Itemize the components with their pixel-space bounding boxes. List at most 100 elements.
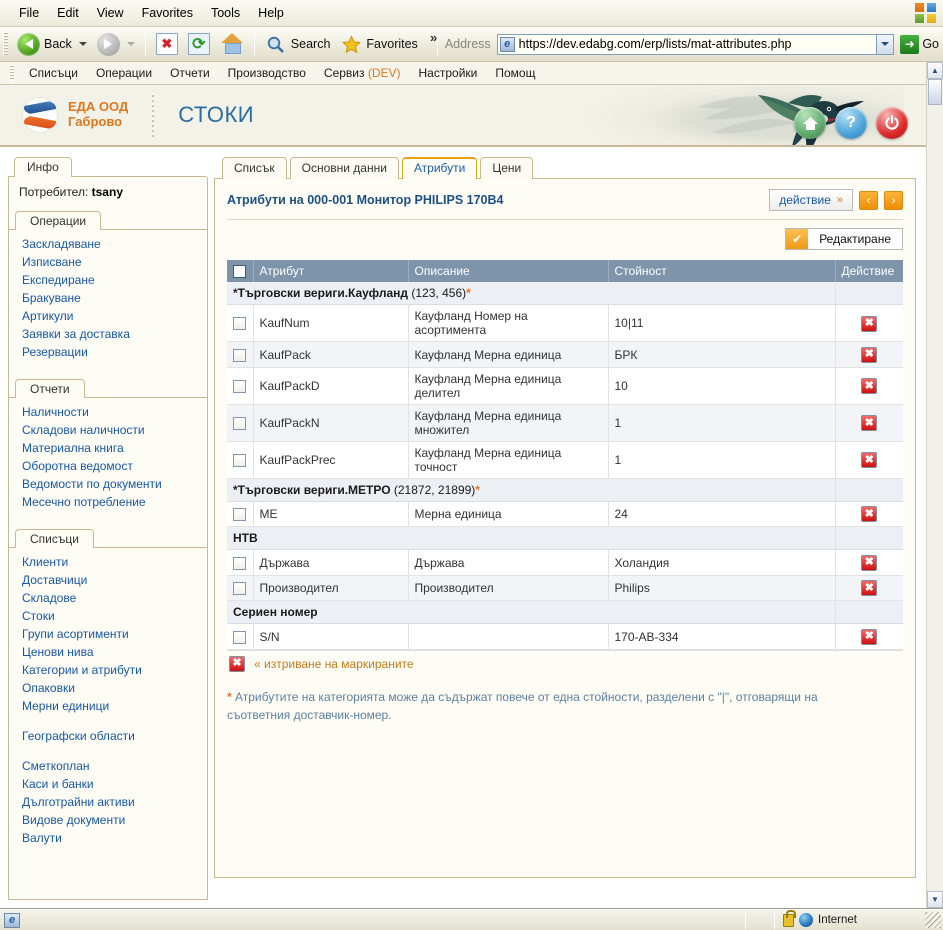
address-dropdown-button[interactable] bbox=[876, 34, 894, 54]
go-button[interactable]: Go bbox=[900, 34, 939, 54]
back-history-caret-icon[interactable] bbox=[78, 42, 87, 46]
action-menu-button[interactable]: действие » bbox=[769, 189, 853, 211]
delete-selected-icon[interactable]: ✖ bbox=[229, 655, 245, 672]
delete-row-icon[interactable]: ✖ bbox=[861, 506, 878, 523]
sidebar-item-geografski-oblasti[interactable]: Географски области bbox=[9, 727, 207, 745]
nav-item-otcheti[interactable]: Отчети bbox=[161, 66, 219, 80]
security-zone[interactable]: Internet bbox=[775, 909, 925, 927]
sidebar-section-tab-operations[interactable]: Операции bbox=[15, 211, 102, 230]
delete-selected-link[interactable]: « изтриване на маркираните bbox=[254, 657, 414, 671]
page-scrollbar[interactable]: ▲ ▼ bbox=[926, 62, 943, 908]
forward-button[interactable] bbox=[92, 30, 140, 58]
row-checkbox[interactable] bbox=[233, 508, 247, 522]
tab-atributi[interactable]: Атрибути bbox=[401, 157, 478, 179]
sidebar-item-skladove[interactable]: Складове bbox=[9, 589, 207, 607]
sidebar-item-zayavki-za-dostavka[interactable]: Заявки за доставка bbox=[9, 325, 207, 343]
menu-view[interactable]: View bbox=[88, 4, 133, 22]
nav-item-spisaci[interactable]: Списъци bbox=[20, 66, 87, 80]
sidebar-item-rezervacii[interactable]: Резервации bbox=[9, 343, 207, 361]
sidebar-item-opakovki[interactable]: Опаковки bbox=[9, 679, 207, 697]
sidebar-item-dostavchici[interactable]: Доставчици bbox=[9, 571, 207, 589]
sidebar-item-klienti[interactable]: Клиенти bbox=[9, 553, 207, 571]
delete-row-icon[interactable]: ✖ bbox=[861, 315, 878, 332]
sidebar-section-reports: Наличности Складови наличности Материалн… bbox=[9, 397, 207, 513]
row-checkbox[interactable] bbox=[233, 630, 247, 644]
sidebar-item-smetkoplan[interactable]: Сметкоплан bbox=[9, 757, 207, 775]
delete-row-icon[interactable]: ✖ bbox=[861, 580, 878, 597]
back-button[interactable]: Back bbox=[12, 30, 92, 58]
stop-button[interactable] bbox=[151, 30, 183, 58]
nav-item-proizvodstvo[interactable]: Производство bbox=[219, 66, 315, 80]
header-logout-button[interactable] bbox=[876, 107, 908, 139]
scroll-down-button[interactable]: ▼ bbox=[927, 891, 943, 908]
sidebar-item-dulgotrayni-aktivi[interactable]: Дълготрайни активи bbox=[9, 793, 207, 811]
sidebar-item-artikuli[interactable]: Артикули bbox=[9, 307, 207, 325]
sidebar-item-kategorii-i-atributi[interactable]: Категории и атрибути bbox=[9, 661, 207, 679]
scroll-up-button[interactable]: ▲ bbox=[927, 62, 943, 79]
tab-spisak[interactable]: Списък bbox=[222, 157, 287, 179]
sidebar-tab-info[interactable]: Инфо bbox=[14, 157, 72, 177]
menu-file[interactable]: File bbox=[10, 4, 48, 22]
search-button[interactable]: Search bbox=[260, 30, 336, 58]
nav-item-operacii[interactable]: Операции bbox=[87, 66, 161, 80]
sidebar-item-stoki[interactable]: Стоки bbox=[9, 607, 207, 625]
home-button[interactable] bbox=[215, 30, 249, 58]
row-checkbox[interactable] bbox=[233, 317, 247, 331]
next-record-button[interactable]: › bbox=[884, 190, 903, 210]
delete-selected-row[interactable]: ✖ « изтриване на маркираните bbox=[227, 649, 903, 672]
row-checkbox[interactable] bbox=[233, 582, 247, 596]
sidebar-item-vidove-dokumenti[interactable]: Видове документи bbox=[9, 811, 207, 829]
delete-row-icon[interactable]: ✖ bbox=[861, 346, 878, 363]
tab-ceni[interactable]: Цени bbox=[480, 157, 534, 179]
sidebar-item-oborotna-vedomost[interactable]: Оборотна ведомост bbox=[9, 457, 207, 475]
toolbar-grip[interactable] bbox=[3, 32, 8, 56]
refresh-button[interactable] bbox=[183, 30, 215, 58]
delete-row-icon[interactable]: ✖ bbox=[861, 415, 878, 432]
header-home-button[interactable] bbox=[794, 107, 826, 139]
favorites-button[interactable]: Favorites bbox=[335, 30, 422, 58]
sidebar-item-cenovi-niva[interactable]: Ценови нива bbox=[9, 643, 207, 661]
sidebar-item-ekspedirane[interactable]: Експедиране bbox=[9, 271, 207, 289]
menu-edit[interactable]: Edit bbox=[48, 4, 88, 22]
toolbar-overflow-icon[interactable]: » bbox=[430, 30, 437, 45]
nav-item-nastroyki[interactable]: Настройки bbox=[410, 66, 487, 80]
sidebar-item-brakuvane[interactable]: Бракуване bbox=[9, 289, 207, 307]
sidebar-item-skladovi-nalichnosti[interactable]: Складови наличности bbox=[9, 421, 207, 439]
edit-button[interactable]: ✔ Редактиране bbox=[785, 228, 903, 250]
row-checkbox[interactable] bbox=[233, 416, 247, 430]
row-checkbox[interactable] bbox=[233, 348, 247, 362]
nav-item-pomosht[interactable]: Помощ bbox=[486, 66, 544, 80]
delete-row-icon[interactable]: ✖ bbox=[861, 452, 878, 469]
previous-record-button[interactable]: ‹ bbox=[859, 190, 878, 210]
resize-grip[interactable] bbox=[925, 912, 941, 928]
delete-row-icon[interactable]: ✖ bbox=[861, 628, 878, 645]
sidebar-section-tab-lists[interactable]: Списъци bbox=[15, 529, 94, 548]
forward-history-caret-icon[interactable] bbox=[126, 42, 135, 46]
sidebar-item-valuti[interactable]: Валути bbox=[9, 829, 207, 847]
sidebar-item-zaskladyavane[interactable]: Заскладяване bbox=[9, 235, 207, 253]
row-checkbox[interactable] bbox=[233, 379, 247, 393]
menu-help[interactable]: Help bbox=[249, 4, 293, 22]
delete-row-icon[interactable]: ✖ bbox=[861, 378, 878, 395]
address-input[interactable]: https://dev.edabg.com/erp/lists/mat-attr… bbox=[496, 33, 895, 55]
sidebar-item-kasi-i-banki[interactable]: Каси и банки bbox=[9, 775, 207, 793]
sidebar-item-merni-edinici[interactable]: Мерни единици bbox=[9, 697, 207, 715]
menu-favorites[interactable]: Favorites bbox=[133, 4, 202, 22]
menu-tools[interactable]: Tools bbox=[202, 4, 249, 22]
sidebar-item-izpisvane[interactable]: Изписване bbox=[9, 253, 207, 271]
sidebar-item-materialna-kniga[interactable]: Материална книга bbox=[9, 439, 207, 457]
scrollbar-track[interactable] bbox=[927, 105, 943, 891]
delete-row-icon[interactable]: ✖ bbox=[861, 554, 878, 571]
sidebar-item-vedomosti-po-dokumenti[interactable]: Ведомости по документи bbox=[9, 475, 207, 493]
sidebar-section-tab-reports[interactable]: Отчети bbox=[15, 379, 85, 398]
nav-item-serviz[interactable]: Сервиз (DEV) bbox=[315, 66, 410, 80]
header-help-button[interactable]: ? bbox=[835, 107, 867, 139]
scrollbar-thumb[interactable] bbox=[928, 79, 942, 105]
row-checkbox[interactable] bbox=[233, 556, 247, 570]
select-all-checkbox[interactable] bbox=[233, 265, 246, 279]
sidebar-item-grupi-asortimenti[interactable]: Групи асортименти bbox=[9, 625, 207, 643]
tab-osnovni-danni[interactable]: Основни данни bbox=[289, 157, 399, 179]
sidebar-item-mesechno-potreblenie[interactable]: Месечно потребление bbox=[9, 493, 207, 511]
row-checkbox[interactable] bbox=[233, 453, 247, 467]
sidebar-item-nalichnosti[interactable]: Наличности bbox=[9, 403, 207, 421]
